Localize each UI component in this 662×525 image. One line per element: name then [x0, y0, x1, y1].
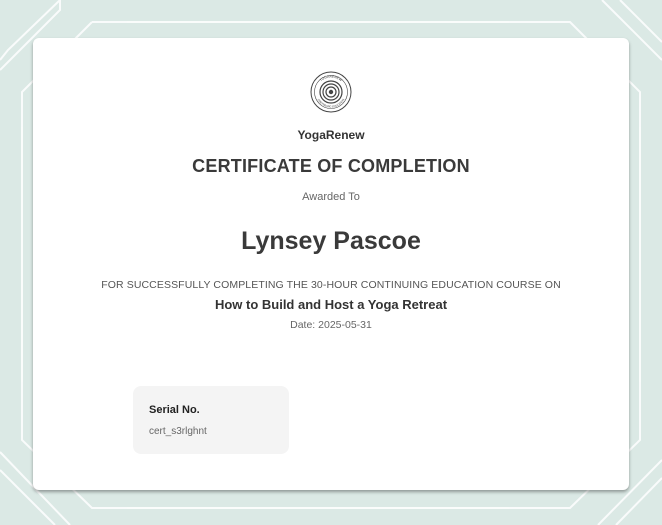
yoga-renew-seal-icon: YOGARENEW CONTINUING EDUCATION — [310, 71, 352, 113]
certificate-title: CERTIFICATE OF COMPLETION — [192, 156, 470, 176]
completion-statement: FOR SUCCESSFULLY COMPLETING THE 30-HOUR … — [101, 279, 561, 291]
completion-date: Date: 2025-05-31 — [290, 319, 372, 331]
organization-name: YogaRenew — [297, 128, 365, 142]
serial-number-label: Serial No. — [149, 404, 200, 416]
course-name: How to Build and Host a Yoga Retreat — [214, 297, 448, 312]
awarded-to-label: Awarded To — [302, 191, 360, 203]
certificate-card: YOGARENEW CONTINUING EDUCATION YogaRenew… — [33, 38, 629, 490]
serial-number-box: Serial No. cert_s3rlghnt — [133, 386, 289, 454]
recipient-name: Lynsey Pascoe — [241, 227, 421, 255]
serial-number-value: cert_s3rlghnt — [149, 426, 207, 437]
